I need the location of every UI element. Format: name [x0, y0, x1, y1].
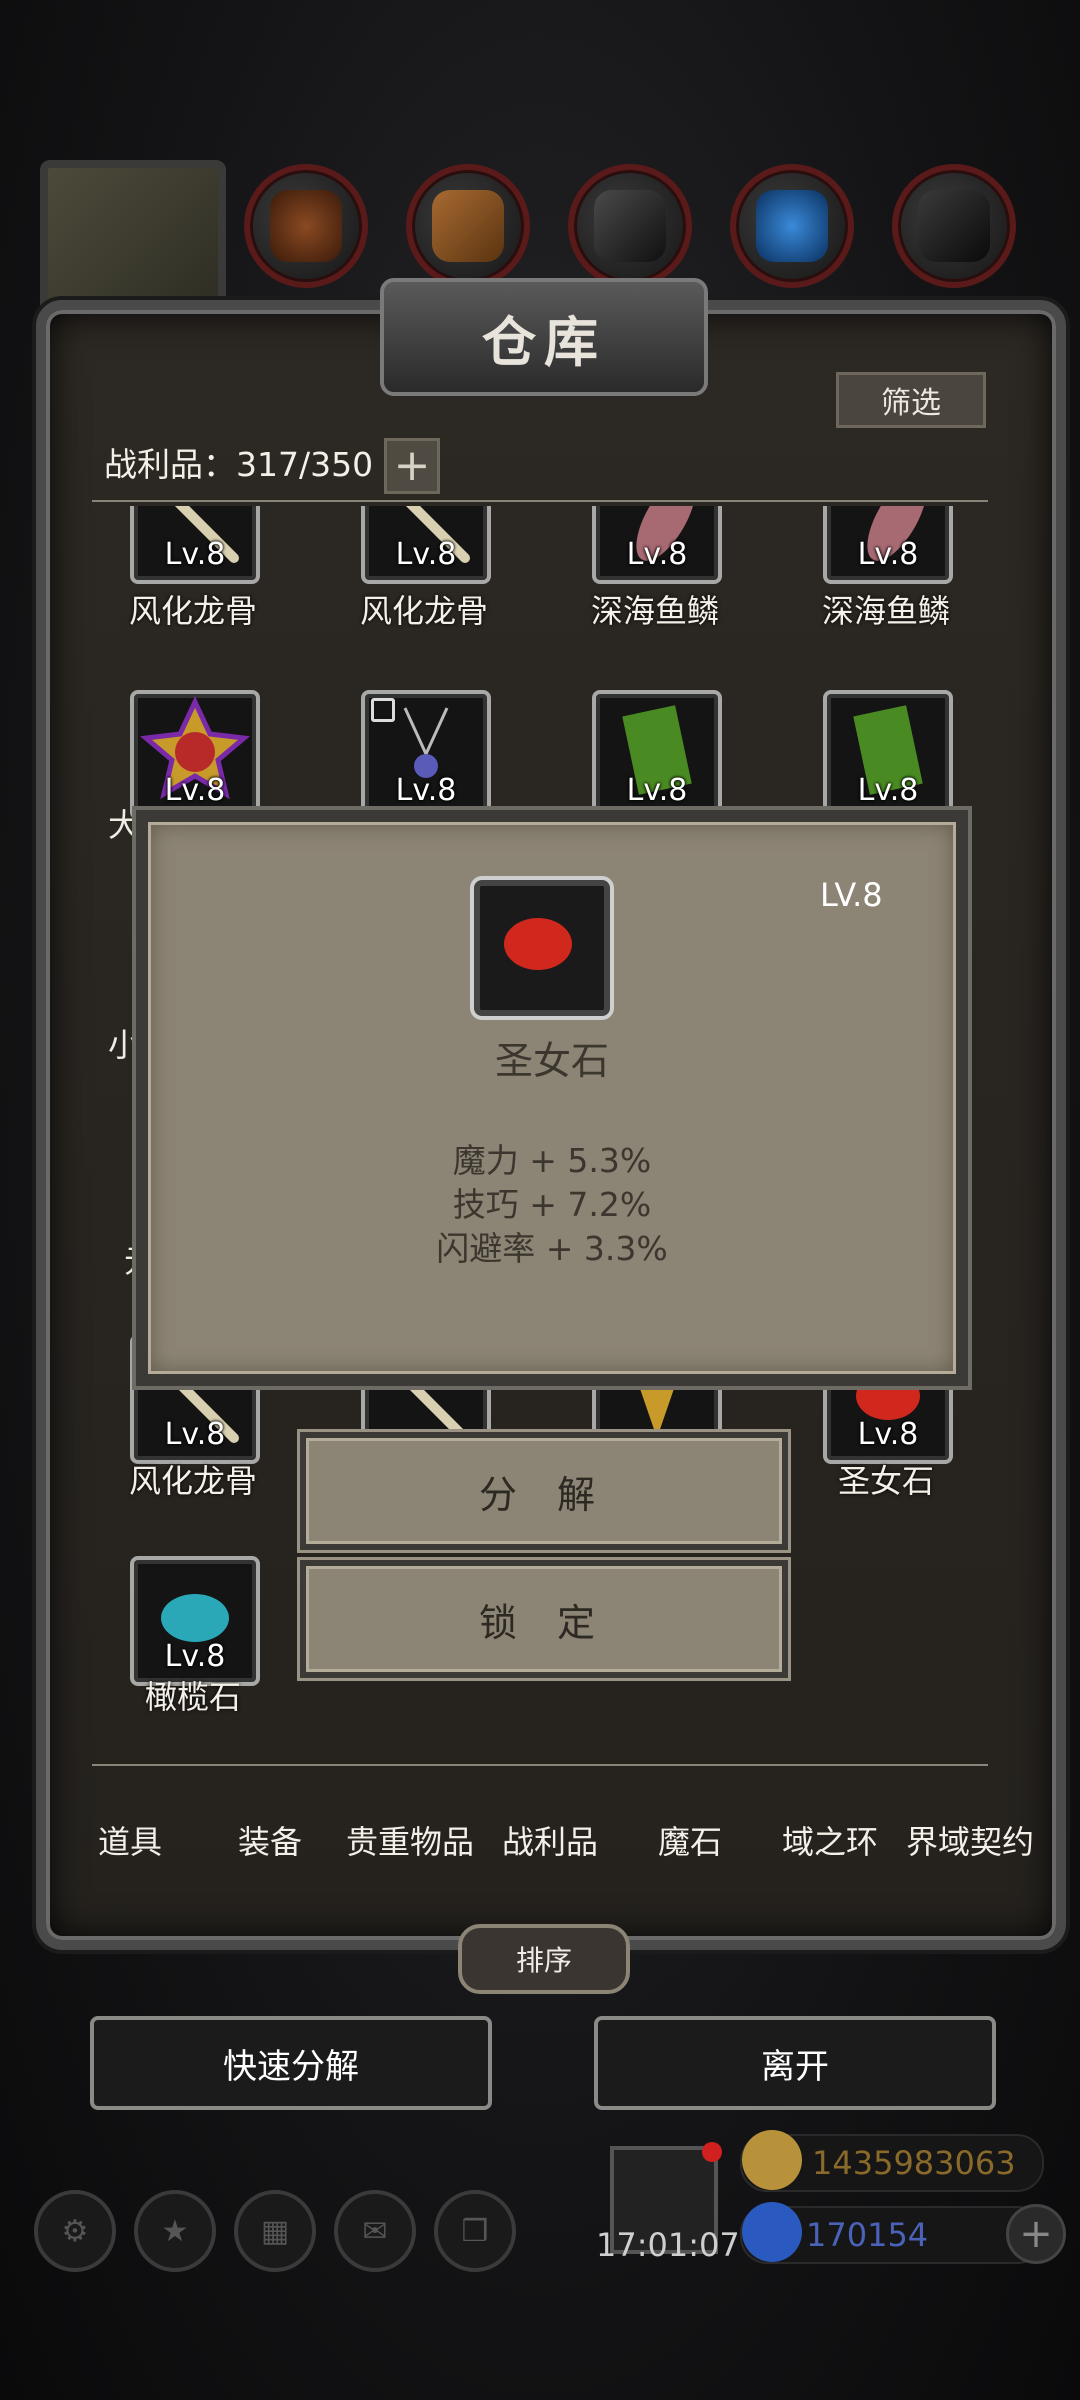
tab-loot[interactable]: 战利品 — [480, 1817, 620, 1863]
book-icon[interactable]: ❒ — [434, 2190, 516, 2272]
item-slot[interactable]: Lv.8 — [130, 690, 260, 820]
item-level: Lv.8 — [164, 1639, 226, 1674]
loot-capacity: 战利品：317/350 — [104, 445, 374, 484]
item-level: Lv.8 — [857, 537, 919, 572]
resource-slot-ore[interactable] — [892, 164, 1016, 288]
gem-amount: 170154 — [806, 2216, 929, 2254]
red-stone-icon — [504, 918, 572, 970]
item-name: 深海鱼鳞 — [590, 592, 719, 630]
category-tabs: 道具 装备 贵重物品 战利品 魔石 域之环 界域契约 — [60, 1790, 1040, 1890]
tab-domain-contract[interactable]: 界域契约 — [900, 1817, 1040, 1863]
settings-icon[interactable]: ⚙ — [34, 2190, 116, 2272]
item-level: Lv.8 — [164, 773, 226, 808]
resource-slot-wood[interactable] — [244, 164, 368, 288]
item-slot[interactable]: Lv.8 — [361, 506, 491, 584]
popup-item-name: 圣女石 — [494, 1039, 609, 1083]
filter-button[interactable]: 筛选 — [836, 372, 986, 428]
item-slot[interactable]: Lv.8 — [130, 1556, 260, 1686]
add-gems-icon[interactable]: + — [1006, 2204, 1066, 2264]
gem-icon — [742, 2202, 802, 2262]
tab-magic-stone[interactable]: 魔石 — [620, 1817, 760, 1863]
warehouse-title-plate: 仓库 — [380, 278, 708, 396]
resource-slot-plank[interactable] — [406, 164, 530, 288]
tab-domain-ring[interactable]: 域之环 — [760, 1817, 900, 1863]
clock-time: 17:01:07 — [596, 2226, 740, 2264]
item-slot[interactable]: Lv.8 — [592, 506, 722, 584]
divider-top — [92, 500, 988, 502]
sort-button[interactable]: 排序 — [458, 1924, 630, 1994]
warehouse-title: 仓库 — [482, 310, 606, 374]
star-icon[interactable]: ★ — [134, 2190, 216, 2272]
gold-amount: 1435983063 — [812, 2144, 1016, 2182]
tab-items[interactable]: 道具 — [60, 1817, 200, 1863]
item-level: Lv.8 — [164, 537, 226, 572]
popup-stat-evasion: 闪避率 + 3.3% — [436, 1229, 668, 1268]
popup-stat-skill: 技巧 + 7.2% — [452, 1185, 652, 1224]
item-level: Lv.8 — [626, 537, 688, 572]
item-level: Lv.8 — [395, 537, 457, 572]
popup-item-icon — [470, 876, 614, 1020]
item-slot[interactable]: Lv.8 — [823, 690, 953, 820]
popup-stat-magic: 魔力 + 5.3% — [452, 1141, 652, 1180]
divider-bottom — [92, 1764, 988, 1766]
tab-valuables[interactable]: 贵重物品 — [340, 1817, 480, 1863]
item-name: 圣女石 — [837, 1462, 934, 1500]
gold-coin-icon — [742, 2130, 802, 2190]
resource-slot-crystal[interactable] — [730, 164, 854, 288]
item-slot[interactable]: Lv.8 — [592, 690, 722, 820]
item-level: Lv.8 — [857, 773, 919, 808]
item-name: 风化龙骨 — [128, 1462, 257, 1500]
tab-equipment[interactable]: 装备 — [200, 1817, 340, 1863]
resource-slot-iron[interactable] — [568, 164, 692, 288]
lock-button[interactable]: 锁 定 — [300, 1560, 788, 1678]
item-name: 橄榄石 — [144, 1678, 241, 1716]
popup-item-level: LV.8 — [820, 876, 883, 914]
item-level: Lv.8 — [164, 1417, 226, 1452]
decompose-button[interactable]: 分 解 — [300, 1432, 788, 1550]
item-level: Lv.8 — [395, 773, 457, 808]
notification-dot — [702, 2142, 722, 2162]
quick-decompose-button[interactable]: 快速分解 — [90, 2016, 492, 2110]
mail-icon[interactable]: ✉ — [334, 2190, 416, 2272]
item-slot[interactable]: Lv.8 — [361, 690, 491, 820]
item-slot[interactable]: Lv.8 — [130, 506, 260, 584]
item-level: Lv.8 — [857, 1417, 919, 1452]
item-level: Lv.8 — [626, 773, 688, 808]
expand-capacity-button[interactable]: + — [384, 438, 440, 494]
item-name: 深海鱼鳞 — [821, 592, 950, 630]
item-name: 风化龙骨 — [359, 592, 488, 630]
leave-button[interactable]: 离开 — [594, 2016, 996, 2110]
map-icon[interactable]: ▦ — [234, 2190, 316, 2272]
item-name: 风化龙骨 — [128, 592, 257, 630]
item-slot[interactable]: Lv.8 — [823, 506, 953, 584]
